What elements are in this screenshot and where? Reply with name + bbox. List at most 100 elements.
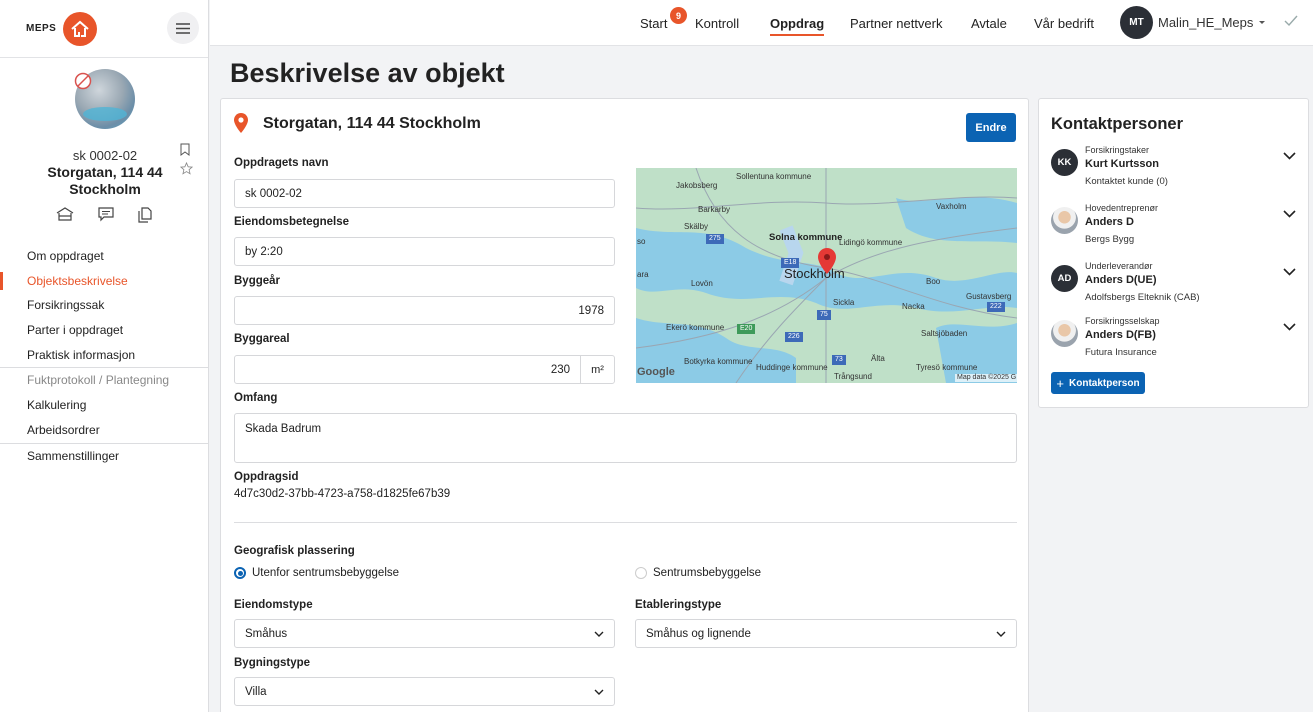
chevron-down-icon[interactable] [1283,323,1296,331]
map-label: Älta [871,354,885,363]
sidebar-item-objektsbeskrivelse[interactable]: Objektsbeskrivelse [0,269,209,294]
property-field[interactable]: by 2:20 [234,237,615,266]
area-label: Byggareal [234,333,290,345]
sidebar-item-arbeidsordrer[interactable]: Arbeidsordrer [0,418,209,443]
plus-icon: + [1056,375,1065,391]
map-road-label: E18 [781,258,800,268]
divider [234,522,1017,523]
map-road-label: 226 [785,332,803,342]
id-label: Oppdragsid [234,471,299,483]
edit-button[interactable]: Endre [966,113,1016,142]
map-label: Skälby [684,222,709,231]
radio-utenfor-sentrum[interactable]: Utenfor sentrumsbebyggelse [234,567,399,579]
sidebar-item-forsikringssak[interactable]: Forsikringssak [0,293,209,318]
map-label: Nacka [902,302,925,311]
sidebar-item-kalkulering[interactable]: Kalkulering [0,393,209,418]
location-map[interactable]: Sollentuna kommune Jakobsberg Barkarby S… [636,168,1017,383]
map-label: Vaxholm [936,202,967,211]
map-label: Ekerö kommune [666,323,725,332]
nav-oppdrag-label: Oppdrag [770,15,825,31]
map-road-label: 275 [706,234,724,244]
contact-sub: Adolfsbergs Elteknik (CAB) [1085,292,1200,303]
check-icon[interactable] [1283,14,1299,28]
nav-partner-nettverk[interactable]: Partner nettverk [850,0,943,46]
name-label: Oppdragets navn [234,157,329,169]
case-address: Storgatan, 114 44 Stockholm [47,164,163,197]
name-field[interactable]: sk 0002-02 [234,179,615,208]
contact-sub: Bergs Bygg [1085,234,1135,245]
contact-avatar: KK [1051,149,1078,176]
map-marker-icon [818,248,836,274]
map-road-label: 222 [987,302,1005,312]
contact-name: Kurt Kurtsson [1085,158,1159,170]
contact-sub: Kontaktet kunde (0) [1085,176,1168,187]
map-road-label: 73 [832,355,846,365]
establish-type-select[interactable]: Småhus og lignende [635,619,1017,648]
map-attribution: Map data ©2025 G [955,374,1017,382]
scope-textarea[interactable]: Skada Badrum [234,413,1017,463]
contact-photo [1051,207,1078,234]
hamburger-icon [176,22,190,34]
radio-sentrum[interactable]: Sentrumsbebyggelse [635,567,761,579]
contact-role: Underleverandør [1085,261,1153,271]
star-icon[interactable] [180,162,193,175]
contact-avatar: AD [1051,265,1078,292]
area-field[interactable]: 230 [234,355,581,384]
radio-dot [635,567,647,579]
sidebar-item-sammenstillinger[interactable]: Sammenstillinger [0,444,209,469]
google-logo: Google [637,366,675,378]
radio-label: Sentrumsbebyggelse [653,567,762,579]
chevron-down-icon[interactable] [1283,152,1296,160]
nav-oppdrag[interactable]: Oppdrag [770,0,825,46]
location-pin-icon [234,113,248,133]
contact-photo [1051,320,1078,347]
map-label: Boo [926,277,941,286]
contact-sub: Futura Insurance [1085,347,1157,358]
establish-type-label: Etableringstype [635,599,722,611]
map-label: Sollentuna kommune [736,172,812,181]
map-label: Trångsund [834,372,872,381]
map-label: ara [637,270,649,279]
sidebar-item-om-oppdraget[interactable]: Om oppdraget [0,244,209,269]
map-road-label: E20 [737,324,756,334]
chevron-down-icon [594,631,604,637]
building-type-select[interactable]: Villa [234,677,615,706]
brand-name: MEPS [26,23,57,34]
map-label: so [637,237,646,246]
nav-var-bedrift[interactable]: Vår bedrift [1034,0,1094,46]
chevron-down-icon[interactable] [1283,268,1296,276]
page-title: Beskrivelse av objekt [230,58,505,88]
select-value: Småhus [245,627,288,640]
user-name[interactable]: Malin_HE_Meps [1158,0,1253,46]
bookmark-icon[interactable] [180,143,190,156]
add-contact-label: Kontaktperson [1069,377,1140,389]
sidebar-item-fuktprotokoll[interactable]: Fuktprotokoll / Plantegning [0,368,209,393]
year-field[interactable]: 1978 [234,296,615,325]
nav-avtale[interactable]: Avtale [971,0,1007,46]
chevron-down-icon[interactable] [1283,210,1296,218]
map-label: Huddinge kommune [756,363,828,372]
contact-role: Hovedentreprenør [1085,203,1159,213]
year-label: Byggeår [234,275,281,287]
scope-label: Omfang [234,392,278,404]
nav-start[interactable]: Start [640,0,667,46]
chat-icon[interactable] [98,207,114,222]
sidebar-item-parter[interactable]: Parter i oppdraget [0,318,209,343]
map-label: Solna kommune [769,232,843,243]
sidebar: MEPS sk 0002-02 Storgatan, 114 44 Stockh… [0,0,209,712]
contact-role: Forsikringsselskap [1085,316,1160,326]
nav-kontroll[interactable]: Kontroll [695,0,739,46]
map-label: Sickla [833,298,855,307]
map-road-label: 75 [817,310,831,320]
map-label: Barkarby [698,205,731,214]
building-icon[interactable] [56,207,74,221]
add-contact-button[interactable]: + Kontaktperson [1051,372,1145,394]
hamburger-menu-button[interactable] [167,12,199,44]
contacts-card: Kontaktpersoner KK Forsikringstaker Kurt… [1038,98,1309,408]
sidebar-item-praktisk-informasjon[interactable]: Praktisk informasjon [0,343,209,368]
copy-icon[interactable] [138,207,152,223]
user-avatar[interactable]: MT [1120,6,1153,39]
caret-down-icon[interactable] [1258,18,1266,26]
select-value: Småhus og lignende [646,627,751,640]
property-type-select[interactable]: Småhus [234,619,615,648]
